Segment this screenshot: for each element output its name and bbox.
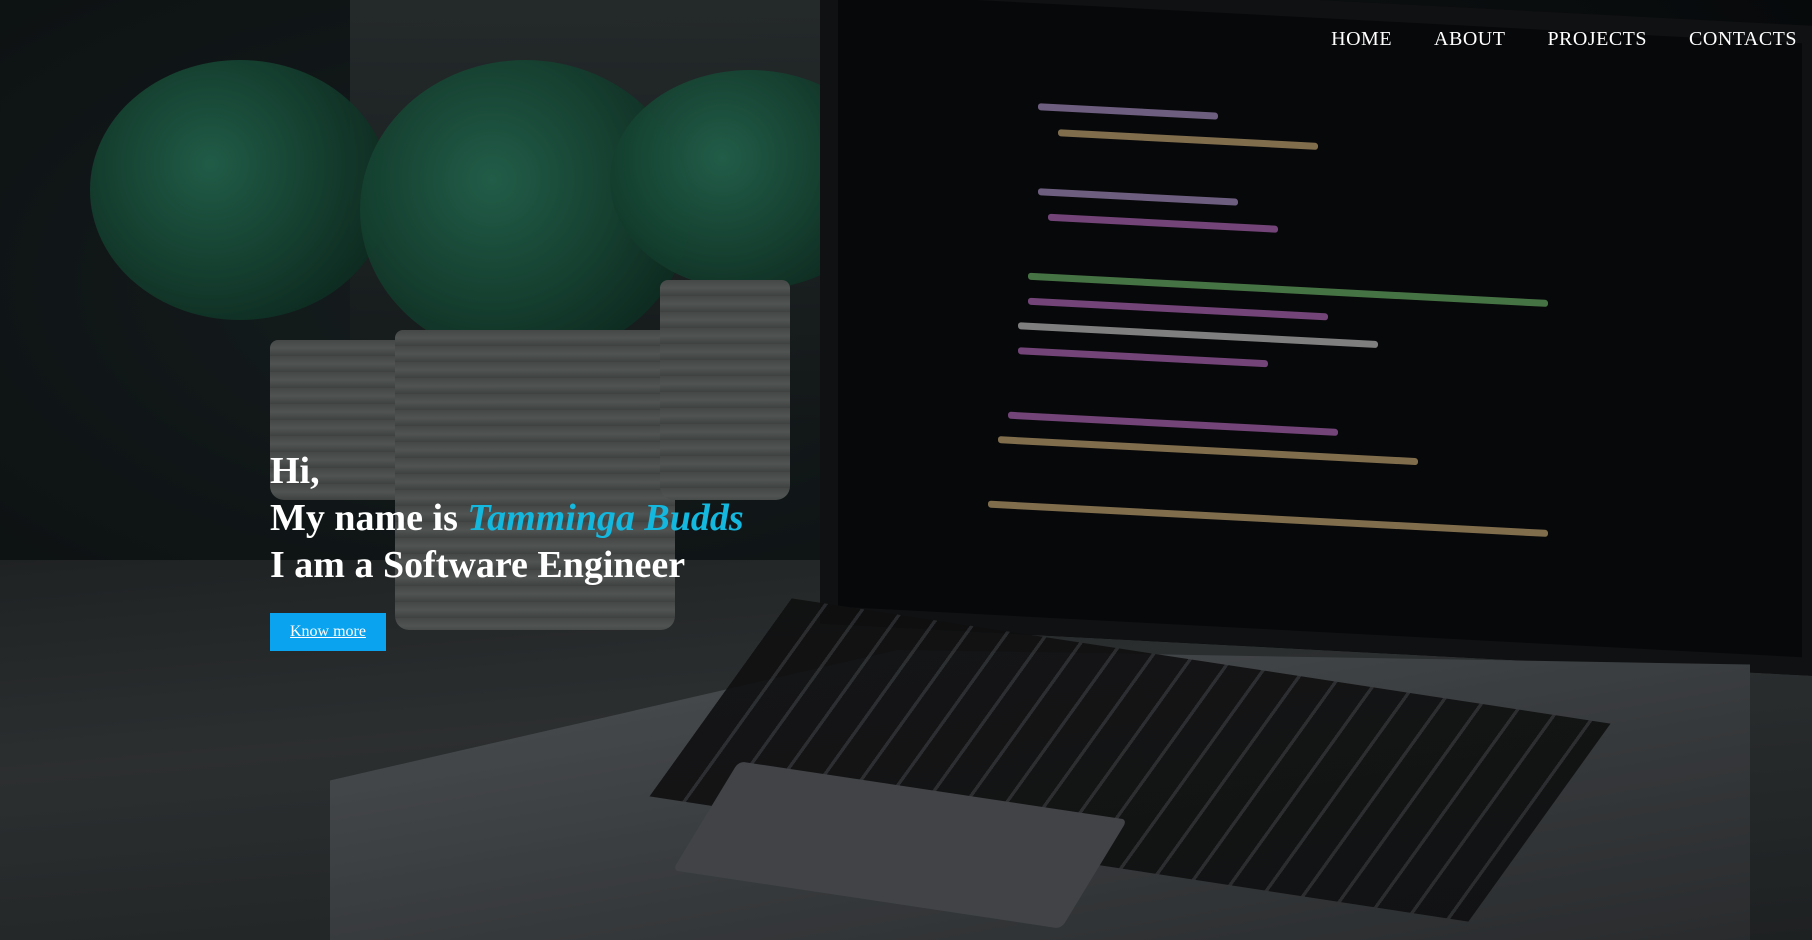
role-text: I am a Software Engineer (270, 544, 686, 586)
nav-contacts-link[interactable]: CONTACTS (1689, 28, 1797, 51)
developer-name: Tamminga Budds (467, 497, 744, 539)
intro-block: Hi, My name is Tamminga Budds I am a Sof… (270, 448, 744, 651)
nav-home-link[interactable]: HOME (1331, 28, 1392, 51)
nav-about-link[interactable]: ABOUT (1434, 28, 1505, 51)
name-prefix-text: My name is (270, 497, 468, 539)
greeting-text: Hi, (270, 450, 320, 492)
top-nav: HOME ABOUT PROJECTS CONTACTS (1331, 28, 1797, 51)
hero-section: HOME ABOUT PROJECTS CONTACTS Hi, My name… (0, 0, 1812, 940)
know-more-button[interactable]: Know more (270, 613, 386, 651)
nav-projects-link[interactable]: PROJECTS (1547, 28, 1647, 51)
name-line: My name is Tamminga Budds (270, 495, 744, 542)
